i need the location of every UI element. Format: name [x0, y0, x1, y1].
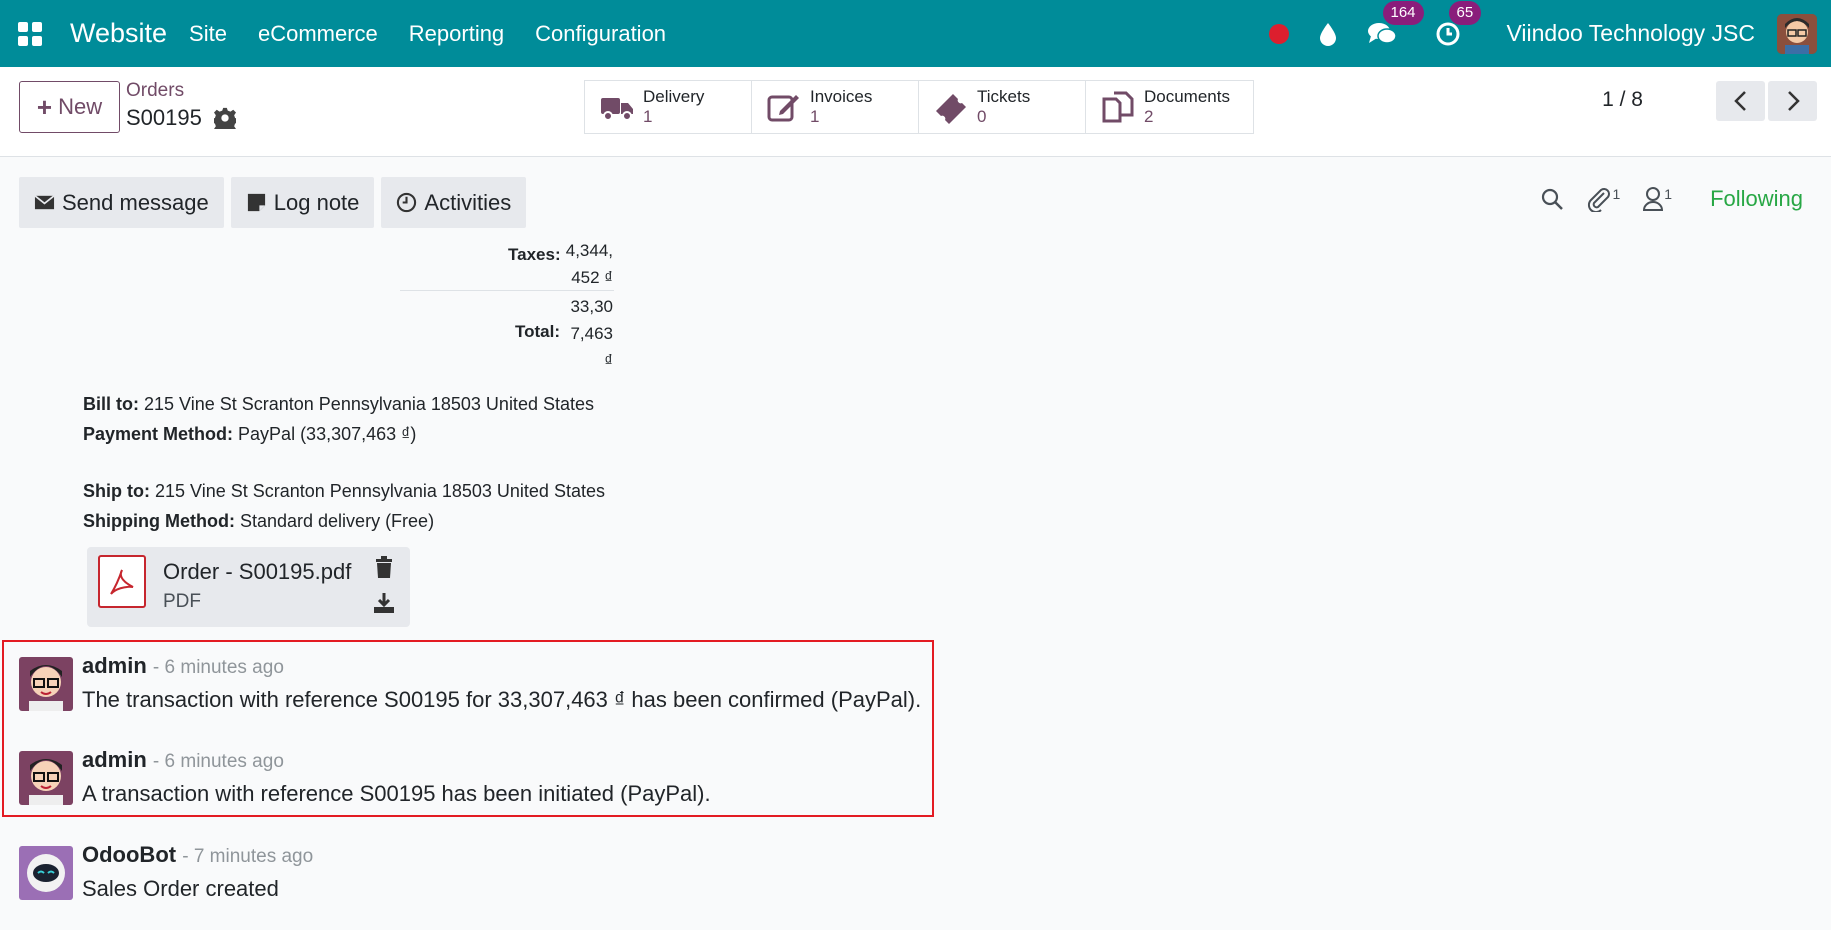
message-author[interactable]: admin — [82, 653, 147, 678]
invoices-count: 1 — [810, 107, 820, 126]
delivery-label: Delivery — [643, 87, 705, 106]
avatar[interactable] — [19, 751, 73, 805]
systray: 164 65 Viindoo Technology JSC — [1268, 0, 1831, 67]
message-date: - 7 minutes ago — [182, 846, 314, 867]
breadcrumb-current: S00195 — [126, 105, 236, 131]
messages-icon[interactable]: 164 — [1367, 0, 1424, 47]
ship-to: Ship to: 215 Vine St Scranton Pennsylvan… — [83, 481, 605, 501]
activities-badge: 65 — [1448, 0, 1482, 25]
total-label: Total: — [515, 322, 561, 341]
odoobot-avatar[interactable] — [19, 846, 73, 900]
user-icon — [1643, 187, 1664, 211]
files-icon — [1102, 91, 1134, 123]
message-author[interactable]: OdooBot — [82, 842, 176, 867]
attachment-card[interactable]: Order - S00195.pdf PDF — [87, 547, 410, 627]
tickets-smart-button[interactable]: Tickets 0 — [919, 81, 1086, 133]
pager-previous-button[interactable] — [1716, 81, 1765, 121]
chatter-topbar-right: 1 1 Following — [1540, 186, 1831, 212]
activities-label: Activities — [424, 189, 512, 215]
user-avatar[interactable] — [1777, 13, 1817, 54]
top-navbar: Website Site eCommerce Reporting Configu… — [0, 0, 1831, 67]
gear-icon[interactable] — [213, 107, 236, 129]
message-author[interactable]: admin — [82, 747, 147, 772]
documents-smart-button[interactable]: Documents 2 — [1086, 81, 1253, 133]
following-button[interactable]: Following — [1710, 186, 1803, 212]
documents-label: Documents — [1144, 87, 1230, 106]
chatter-topbar: Send message Log note Activities — [19, 177, 533, 228]
company-switcher[interactable]: Viindoo Technology JSC — [1507, 20, 1756, 47]
pdf-file-icon — [98, 555, 146, 608]
log-note-label: Log note — [273, 189, 360, 215]
log-note-button[interactable]: Log note — [230, 177, 375, 228]
menu-ecommerce[interactable]: eCommerce — [258, 21, 378, 47]
delivery-smart-button[interactable]: Delivery 1 — [585, 81, 752, 133]
message-body: A transaction with reference S00195 has … — [82, 781, 711, 806]
totals-divider — [400, 290, 614, 291]
message-body: The transaction with reference S00195 fo… — [82, 687, 922, 712]
download-icon[interactable] — [373, 592, 395, 614]
taxes-value: 4,344, 452 ₫ — [565, 241, 613, 287]
new-button-label: New — [58, 94, 103, 119]
paperclip-icon — [1588, 188, 1611, 212]
search-messages-icon[interactable] — [1540, 187, 1564, 211]
envelope-icon — [34, 195, 55, 210]
total-value: 33,30 7,463 ₫ — [570, 297, 613, 370]
messages-badge: 164 — [1382, 0, 1424, 25]
pencil-square-icon — [767, 95, 799, 122]
record-name: S00195 — [126, 105, 202, 130]
followers-count: 1 — [1664, 186, 1673, 202]
message-date: - 6 minutes ago — [152, 657, 284, 678]
clock-icon — [397, 192, 417, 213]
send-message-label: Send message — [62, 189, 209, 215]
avatar[interactable] — [19, 657, 73, 711]
menu-reporting[interactable]: Reporting — [409, 21, 504, 47]
tickets-count: 0 — [977, 107, 987, 126]
attachment-name: Order - S00195.pdf — [163, 559, 352, 584]
delivery-count: 1 — [643, 107, 653, 126]
ticket-icon — [936, 94, 966, 124]
documents-count: 2 — [1144, 107, 1154, 126]
attachments-button[interactable]: 1 — [1586, 186, 1620, 212]
followers-button[interactable]: 1 — [1642, 186, 1672, 212]
activities-clock-icon[interactable]: 65 — [1435, 0, 1482, 47]
droplet-icon[interactable] — [1319, 22, 1337, 46]
attachments-count: 1 — [1612, 186, 1621, 202]
chevron-left-icon — [1733, 91, 1746, 111]
new-button[interactable]: + New — [19, 81, 120, 133]
bill-to: Bill to: 215 Vine St Scranton Pennsylvan… — [83, 394, 594, 414]
trash-icon[interactable] — [374, 556, 394, 578]
taxes-label: Taxes: — [508, 245, 561, 264]
control-panel: + New Orders S00195 Delivery 1 Invoices 1 T… — [0, 67, 1831, 157]
send-message-button[interactable]: Send message — [19, 177, 224, 228]
attachment-type: PDF — [163, 591, 201, 612]
tickets-label: Tickets — [977, 87, 1031, 106]
message-body: Sales Order created — [82, 876, 279, 901]
invoices-label: Invoices — [810, 87, 873, 106]
menu-site[interactable]: Site — [189, 21, 227, 47]
message-date: - 6 minutes ago — [152, 751, 284, 772]
pager-next-button[interactable] — [1768, 81, 1817, 121]
smart-buttons: Delivery 1 Invoices 1 Tickets 0 Documents 2 — [584, 80, 1254, 134]
app-name[interactable]: Website — [70, 18, 167, 49]
truck-icon — [601, 98, 633, 121]
pager-value[interactable]: 1 / 8 — [1602, 88, 1643, 112]
menu-configuration[interactable]: Configuration — [535, 21, 666, 47]
chevron-right-icon — [1787, 91, 1800, 111]
record-icon[interactable] — [1268, 23, 1289, 44]
payment-method: Payment Method: PayPal (33,307,463 ₫) — [83, 424, 417, 444]
plus-icon: + — [36, 91, 53, 122]
activities-button[interactable]: Activities — [381, 177, 527, 228]
apps-menu-icon[interactable] — [0, 0, 60, 67]
breadcrumb-orders[interactable]: Orders — [126, 80, 184, 102]
sticky-note-icon — [247, 193, 265, 212]
shipping-method: Shipping Method: Standard delivery (Free… — [83, 511, 435, 531]
invoices-smart-button[interactable]: Invoices 1 — [752, 81, 919, 133]
